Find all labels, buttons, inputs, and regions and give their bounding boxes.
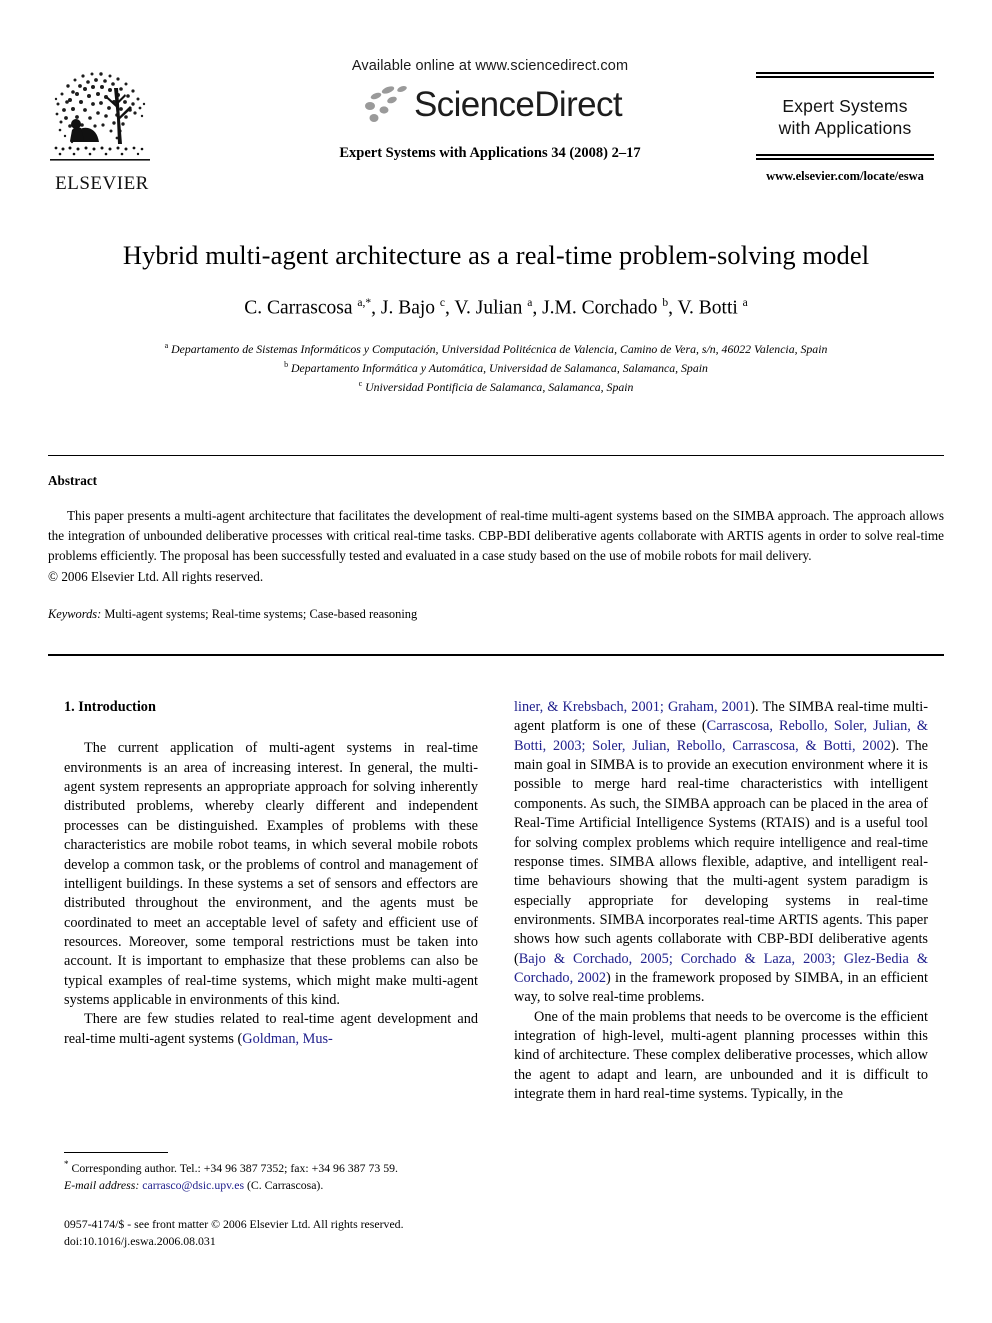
column-right: liner, & Krebsbach, 2001; Graham, 2001).…: [514, 698, 928, 1105]
journal-title-line2: with Applications: [778, 118, 912, 139]
page-title: Hybrid multi-agent architecture as a rea…: [122, 240, 870, 270]
footnote-email-line: E-mail address: carrasco@dsic.upv.es (C.…: [64, 1177, 478, 1194]
email-link[interactable]: carrasco@dsic.upv.es: [142, 1178, 244, 1192]
abstract-top-rule: [48, 455, 944, 456]
abstract-body: This paper presents a multi-agent archit…: [48, 508, 944, 564]
footnote-rule: [64, 1152, 168, 1153]
sciencedirect-logo: ScienceDirect: [280, 81, 700, 127]
available-online-text: Available online at www.sciencedirect.co…: [351, 58, 629, 74]
abstract-section: Abstract This paper presents a multi-age…: [48, 473, 944, 622]
affiliation-item: c Universidad Pontificia de Salamanca, S…: [358, 378, 634, 394]
email-label: E-mail address:: [64, 1178, 140, 1193]
badge-bottom-rule: [756, 153, 934, 160]
affiliation-item: b Departamento Informática y Automática,…: [284, 360, 708, 376]
sciencedirect-dots-icon: [364, 86, 407, 122]
keywords-label: Keywords:: [48, 606, 102, 621]
journal-url[interactable]: www.elsevier.com/locate/eswa: [746, 169, 944, 184]
affiliation-list: a Departamento de Sistemas Informáticos …: [48, 340, 944, 397]
doi-line[interactable]: doi:10.1016/j.eswa.2006.08.031: [64, 1233, 544, 1250]
paragraph: The current application of multi-agent s…: [64, 740, 478, 1009]
corresponding-author-footnote: * Corresponding author. Tel.: +34 96 387…: [64, 1152, 478, 1194]
page-footer: 0957-4174/$ - see front matter © 2006 El…: [64, 1216, 544, 1250]
elsevier-wordmark: ELSEVIER: [55, 173, 149, 194]
issn-line: 0957-4174/$ - see front matter © 2006 El…: [64, 1217, 404, 1231]
footnote-contact-line: * Corresponding author. Tel.: +34 96 387…: [64, 1159, 398, 1175]
sciencedirect-block: Available online at www.sciencedirect.co…: [280, 58, 700, 162]
journal-badge: Expert Systems with Applications www.els…: [746, 72, 944, 184]
journal-title-line1: Expert Systems: [782, 96, 908, 116]
paragraph: There are few studies related to real-ti…: [64, 1011, 478, 1047]
journal-reference: Expert Systems with Applications 34 (200…: [339, 145, 641, 161]
paragraph: One of the main problems that needs to b…: [514, 1008, 928, 1103]
abstract-heading: Abstract: [48, 473, 98, 488]
column-left: 1. Introduction The current application …: [64, 698, 478, 1049]
masthead: ELSEVIER Available online at www.science…: [48, 58, 944, 208]
author-list: C. Carrascosa a,*, J. Bajo c, V. Julian …: [244, 296, 748, 319]
keywords-line: Keywords: Multi-agent systems; Real-time…: [48, 607, 944, 622]
journal-title: Expert Systems with Applications: [746, 78, 944, 154]
journal-article-page: ELSEVIER Available online at www.science…: [0, 0, 992, 1323]
affiliation-item: a Departamento de Sistemas Informáticos …: [164, 341, 828, 357]
section-heading-introduction: 1. Introduction: [64, 699, 156, 715]
abstract-bottom-rule: [48, 654, 944, 656]
keywords-value: Multi-agent systems; Real-time systems; …: [104, 606, 418, 621]
abstract-copyright: © 2006 Elsevier Ltd. All rights reserved…: [48, 568, 264, 584]
paragraph: liner, & Krebsbach, 2001; Graham, 2001).…: [514, 699, 928, 1006]
title-block: Hybrid multi-agent architecture as a rea…: [48, 240, 944, 397]
elsevier-tree-icon: [48, 64, 156, 172]
email-suffix: (C. Carrascosa).: [246, 1178, 324, 1193]
sciencedirect-wordmark: ScienceDirect: [413, 84, 623, 124]
elsevier-logo: ELSEVIER: [48, 64, 160, 202]
